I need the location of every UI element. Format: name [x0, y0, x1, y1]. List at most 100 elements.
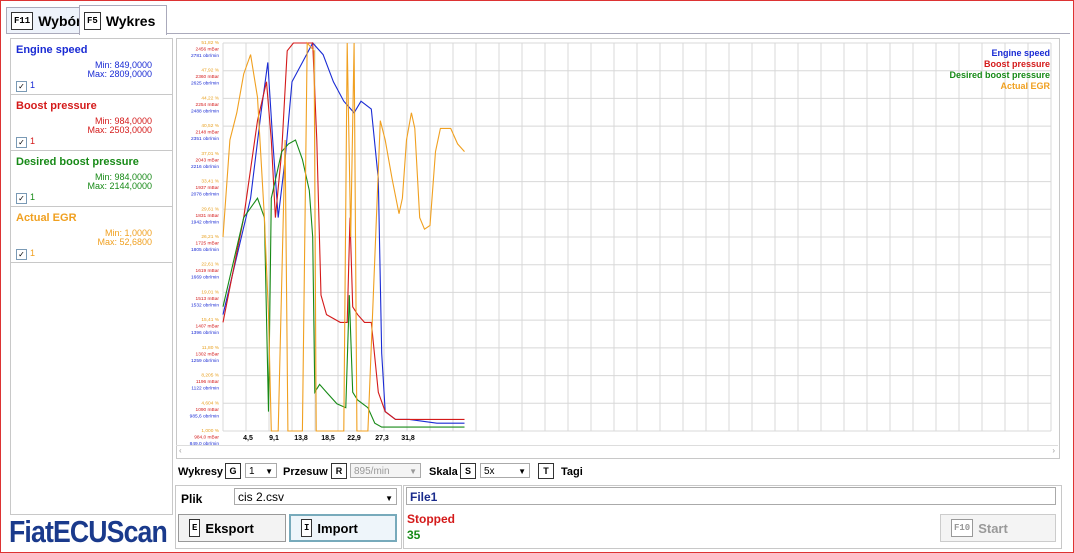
f5-key-badge: F5: [84, 11, 101, 30]
y-tick-label: 2456 mBar: [196, 47, 220, 53]
signal-max: Max: 52,6800: [97, 237, 152, 247]
y-tick-label: 2148 mBar: [196, 130, 220, 136]
fiatecuscan-logo: FiatECUScan: [9, 514, 168, 549]
y-tick-label: 1259 obr/min: [191, 358, 219, 364]
y-tick-label: 4,604 %: [201, 400, 219, 406]
f11-key-badge: F11: [11, 12, 34, 30]
chevron-down-icon: ▼: [518, 467, 526, 476]
chart-horizontal-scrollbar[interactable]: ‹ ›: [176, 445, 1058, 458]
signal-item: Boost pressure Min: 984,0000 Max: 2503,0…: [11, 95, 172, 151]
y-tick-label: 2781 obr/min: [191, 53, 219, 59]
y-tick-label: 37,01 %: [201, 151, 219, 157]
signal-item: Engine speed Min: 849,0000 Max: 2809,000…: [11, 39, 172, 95]
eksport-label: Eksport: [205, 520, 254, 536]
signal-max: Max: 2144,0000: [87, 181, 152, 191]
y-tick-label: 1805 obr/min: [191, 247, 219, 253]
y-tick-label: 15,41 %: [201, 317, 219, 323]
tagi-label: Tagi: [561, 466, 583, 478]
tab-wybor[interactable]: F11 Wybór: [6, 7, 84, 34]
y-tick-label: 29,61 %: [201, 206, 219, 212]
tab-wykres[interactable]: F5 Wykres: [79, 5, 167, 35]
signal-name: Actual EGR: [16, 212, 77, 224]
przesuw-key-badge: R: [331, 463, 347, 479]
wykresy-key-badge: G: [225, 463, 241, 479]
skala-key-badge: S: [460, 463, 476, 479]
scroll-right-icon[interactable]: ›: [1052, 446, 1055, 455]
y-tick-label: 1302 mBar: [196, 351, 220, 357]
x-tick-label: 27,3: [375, 435, 389, 442]
wykresy-dropdown[interactable]: 1 ▼: [245, 463, 277, 478]
import-label: Import: [317, 520, 358, 536]
chart-area: 51,82 % 2456 mBar 2781 obr/min 47,92 % 2360 …: [176, 38, 1060, 459]
y-tick-label: 1513 mBar: [196, 296, 220, 302]
legend-entry: Actual EGR: [1000, 81, 1050, 91]
y-tick-label: 1396 obr/min: [191, 330, 219, 336]
y-tick-label: 1,000 %: [201, 428, 219, 434]
signal-checkbox[interactable]: ✓: [16, 81, 27, 92]
start-key-badge: F10: [951, 519, 974, 537]
tagi-key-badge[interactable]: T: [538, 463, 554, 479]
y-tick-label: 8,205 %: [201, 373, 219, 379]
eksport-button[interactable]: E Eksport: [178, 514, 286, 542]
signal-checkbox-label: 1: [30, 136, 36, 146]
signal-max: Max: 2809,0000: [87, 69, 152, 79]
y-tick-label: 2360 mBar: [196, 74, 220, 80]
plik-label: Plik: [181, 492, 203, 506]
y-tick-label: 33,41 %: [201, 179, 219, 185]
y-tick-label: 1725 mBar: [196, 241, 220, 247]
y-tick-label: 51,82 %: [201, 40, 219, 46]
y-tick-label: 985,6 obr/min: [190, 413, 220, 419]
legend-entry: Boost pressure: [984, 59, 1050, 69]
y-tick-label: 1196 mBar: [196, 379, 220, 385]
sample-count: 35: [407, 528, 421, 542]
signal-name: Engine speed: [16, 44, 88, 56]
x-tick-label: 18,5: [321, 435, 335, 442]
signal-checkbox-label: 1: [30, 192, 36, 202]
chevron-down-icon: ▼: [385, 494, 393, 503]
signal-checkbox[interactable]: ✓: [16, 137, 27, 148]
przesuw-label: Przesuw: [283, 466, 328, 478]
tab-wykres-label: Wykres: [105, 12, 156, 29]
signal-checkbox[interactable]: ✓: [16, 249, 27, 260]
chevron-down-icon: ▼: [409, 467, 417, 476]
series-line: [222, 42, 465, 420]
y-tick-label: 11,80 %: [202, 345, 220, 351]
y-tick-label: 1831 mBar: [196, 213, 220, 219]
skala-value: 5x: [484, 466, 495, 477]
signal-item: Desired boost pressure Min: 984,0000 Max…: [11, 151, 172, 207]
wykresy-label: Wykresy: [178, 466, 224, 478]
plik-dropdown[interactable]: cis 2.csv ▼: [234, 488, 397, 505]
signal-checkbox[interactable]: ✓: [16, 193, 27, 204]
y-tick-label: 1407 mBar: [196, 324, 220, 330]
signal-max: Max: 2503,0000: [87, 125, 152, 135]
y-tick-label: 19,01 %: [201, 289, 219, 295]
start-button[interactable]: F10 Start: [940, 514, 1056, 542]
y-tick-label: 2078 obr/min: [191, 192, 219, 198]
x-tick-label: 22,9: [347, 435, 361, 442]
przesuw-dropdown[interactable]: 895/min ▼: [350, 463, 421, 478]
signal-name: Boost pressure: [16, 100, 97, 112]
y-tick-label: 40,52 %: [201, 123, 219, 129]
import-key-badge: I: [301, 519, 313, 537]
start-label: Start: [978, 520, 1008, 536]
import-button[interactable]: I Import: [289, 514, 397, 542]
skala-dropdown[interactable]: 5x ▼: [480, 463, 530, 478]
y-tick-label: 1090 mBar: [196, 407, 220, 413]
y-tick-label: 1122 obr/min: [191, 386, 219, 392]
skala-label: Skala: [429, 466, 458, 478]
legend-entry: Engine speed: [991, 48, 1050, 58]
y-tick-label: 2254 mBar: [196, 102, 220, 108]
przesuw-value: 895/min: [354, 466, 390, 477]
status-text: Stopped: [407, 512, 455, 526]
y-tick-label: 2216 obr/min: [191, 164, 219, 170]
y-tick-label: 47,92 %: [201, 68, 219, 74]
signal-checkbox-label: 1: [30, 80, 36, 90]
eksport-key-badge: E: [189, 519, 201, 537]
signal-item: Actual EGR Min: 1,0000 Max: 52,6800 ✓ 1: [11, 207, 172, 263]
y-tick-label: 2625 obr/min: [191, 81, 219, 87]
x-tick-label: 9,1: [269, 435, 279, 442]
y-tick-label: 1937 mBar: [196, 185, 220, 191]
scroll-left-icon[interactable]: ‹: [179, 446, 182, 455]
y-tick-label: 2488 obr/min: [191, 108, 219, 114]
plik-value: cis 2.csv: [238, 490, 285, 504]
